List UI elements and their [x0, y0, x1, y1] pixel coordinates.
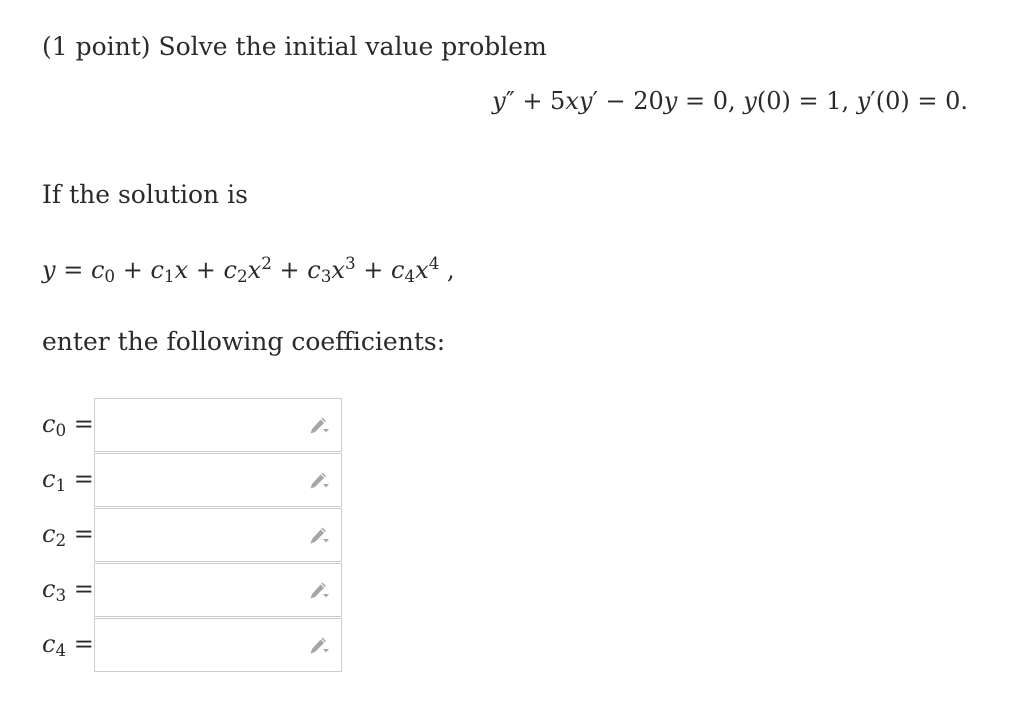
- var-x: x: [415, 256, 429, 284]
- ode-term-minus: − 20: [597, 87, 664, 115]
- equals-sign: =: [66, 575, 94, 603]
- coef-symbol: c: [42, 630, 56, 658]
- equals-sign: =: [66, 465, 94, 493]
- equals-sign: =: [66, 630, 94, 658]
- pencil-icon: [310, 637, 329, 654]
- exponent: 2: [261, 252, 272, 273]
- ode-var-y: y: [492, 87, 506, 115]
- coef-subscript: 0: [55, 420, 67, 441]
- coefficient-label: c4 =: [42, 630, 94, 659]
- coef-subscript: 2: [236, 266, 248, 287]
- coef-symbol: c: [42, 520, 56, 548]
- answer-field[interactable]: [94, 398, 342, 452]
- pencil-icon: [310, 527, 329, 544]
- coefficient-label: c1 =: [42, 465, 94, 494]
- equals-sign: =: [66, 520, 94, 548]
- ode-term-plus: + 5: [514, 87, 566, 115]
- series-plus: +: [115, 256, 151, 284]
- coef-subscript: 0: [104, 266, 116, 287]
- series-term: c0: [90, 256, 116, 287]
- coef-symbol: c: [42, 575, 56, 603]
- coef-subscript: 2: [55, 530, 67, 551]
- coef-symbol: c: [391, 256, 405, 284]
- answer-field[interactable]: [94, 508, 342, 562]
- var-x: x: [174, 256, 189, 284]
- exponent: 3: [344, 252, 356, 273]
- ode-var-y: y: [578, 87, 593, 115]
- series-plus: +: [271, 256, 308, 284]
- var-x: x: [331, 256, 345, 284]
- coef-symbol: c: [307, 256, 321, 284]
- coefficient-input[interactable]: [95, 454, 315, 506]
- initial-condition-1: (0) = 1,: [756, 87, 857, 115]
- pencil-icon: [310, 417, 329, 434]
- ode-equals-zero: = 0,: [677, 87, 744, 115]
- coef-subscript: 3: [320, 266, 332, 287]
- series-equals: =: [55, 256, 91, 284]
- coefficient-label: c2 =: [42, 520, 94, 549]
- series-lhs: y: [42, 256, 56, 284]
- coef-symbol: c: [90, 256, 105, 284]
- pencil-icon: [310, 472, 329, 489]
- power-series-solution: y = c0 + c1x + c2x2 + c3x3 + c4x4 ,: [42, 252, 455, 287]
- initial-condition-2: (0) = 0.: [875, 87, 968, 115]
- coefficient-input[interactable]: [95, 509, 315, 561]
- equals-sign: =: [66, 410, 94, 438]
- ic-var-y: y: [856, 87, 871, 115]
- coef-subscript: 4: [55, 640, 67, 661]
- series-term: c4x4: [391, 252, 440, 287]
- coefficient-input[interactable]: [95, 564, 315, 616]
- answer-field[interactable]: [94, 618, 342, 672]
- coef-subscript: 4: [404, 266, 416, 287]
- series-terms: c0 + c1x + c2x2 + c3x3 + c4x4: [90, 252, 440, 287]
- coef-subscript: 1: [163, 266, 175, 287]
- answer-field[interactable]: [94, 453, 342, 507]
- solution-intro: If the solution is: [42, 180, 248, 209]
- var-x: x: [247, 256, 262, 284]
- coefficient-label: c0 =: [42, 410, 94, 439]
- series-trail: ,: [439, 256, 455, 284]
- coef-symbol: c: [42, 410, 56, 438]
- coef-symbol: c: [42, 465, 56, 493]
- series-plus: +: [355, 256, 392, 284]
- ode-var-y: y: [663, 87, 678, 115]
- pencil-icon: [310, 582, 329, 599]
- ode-equation: y″ + 5xy′ − 20y = 0, y(0) = 1, y′(0) = 0…: [492, 89, 968, 113]
- coefficient-input[interactable]: [95, 619, 315, 671]
- coef-subscript: 1: [55, 475, 67, 496]
- coefficient-input[interactable]: [95, 399, 315, 451]
- problem-header: (1 point) Solve the initial value proble…: [42, 32, 547, 61]
- series-term: c3x3: [307, 252, 356, 287]
- ic-var-y: y: [743, 87, 757, 115]
- coefficients-prompt: enter the following coefficients:: [42, 327, 446, 356]
- ode-var-x: x: [565, 87, 579, 115]
- coef-subscript: 3: [55, 585, 67, 606]
- exponent: 4: [428, 252, 440, 273]
- series-term: c2x2: [223, 252, 272, 287]
- ode-double-prime: ″: [505, 87, 515, 115]
- series-plus: +: [188, 256, 224, 284]
- coef-symbol: c: [223, 256, 237, 284]
- answer-field[interactable]: [94, 563, 342, 617]
- coef-symbol: c: [150, 256, 164, 284]
- series-term: c1x: [150, 256, 189, 287]
- coefficient-label: c3 =: [42, 575, 94, 604]
